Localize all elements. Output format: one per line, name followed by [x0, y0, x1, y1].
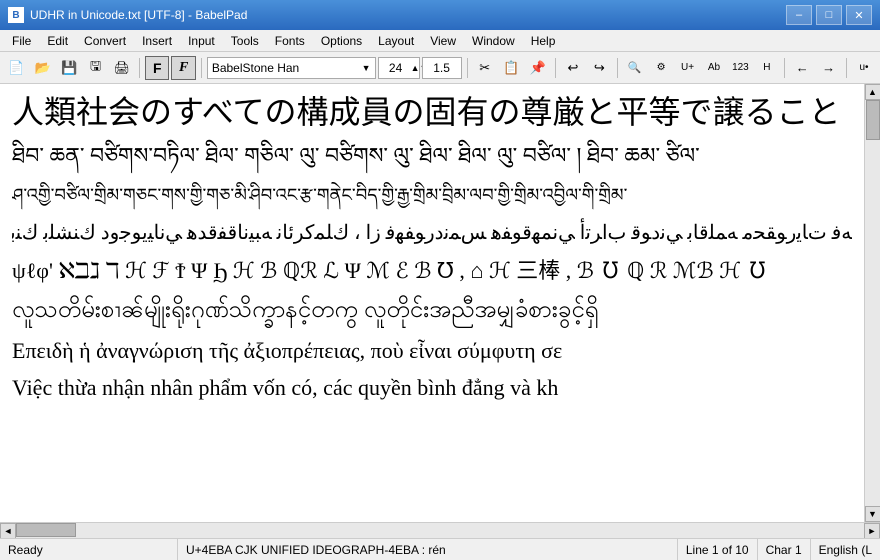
open-button[interactable]: 📂	[30, 56, 54, 80]
bold-button[interactable]: F	[145, 56, 169, 80]
scroll-up-button[interactable]: ▲	[865, 84, 880, 100]
print-button[interactable]: 🖨	[110, 56, 134, 80]
italic-button[interactable]: F	[171, 56, 195, 80]
scroll-thumb[interactable]	[866, 100, 880, 140]
title-bar-buttons: – □ ✕	[786, 5, 872, 25]
list-item: လူသတိမ်းစၢၼ်မျိုးရိုးဂုဏ်သိက္ခာနင့်တကွ လ…	[12, 290, 852, 331]
menu-options[interactable]: Options	[313, 30, 370, 51]
font-size-field[interactable]	[381, 61, 411, 75]
status-bar: Ready U+4EBA CJK UNIFIED IDEOGRAPH-4EBA …	[0, 538, 880, 560]
new-button[interactable]: 📄	[4, 56, 28, 80]
list-item: ψℓφ' ℵℶℷ ℸ ℋ ℱ Ϯ Ψ Ϧ ℋ ℬ ℚℛ ℒ Ψ ℳ ℰ ℬ ℧ …	[12, 253, 852, 288]
status-line: Line 1 of 10	[678, 539, 758, 560]
h-button[interactable]: H	[755, 56, 779, 80]
list-item: 人類社会のすべての構成員の固有の尊厳と平等で譲ること	[12, 92, 852, 134]
list-item: Επειδὴ ἡ ἀναγνώριση τῆς ἀξιοπρέπειας, πο…	[12, 333, 852, 368]
menu-bar: File Edit Convert Insert Input Tools Fon…	[0, 30, 880, 52]
cut-button[interactable]: ✂	[473, 56, 497, 80]
separator-4	[555, 58, 556, 78]
list-item: ﻪﻓ ﺕﺎﻳﺭﻮﻘﺤﻣ ﻪﻤﻠﻗﺎﺑ ﻲﻧﺩﻮﻗ ﺏﺍﺮﺗﺃ ﻲﻧﻤﻬﻗﻮﻔﻫ …	[12, 215, 852, 251]
abc-button[interactable]: 123	[728, 56, 752, 80]
separator-3	[467, 58, 468, 78]
list-item: ཤ་འགྱི་བཙིལ་གྲིམ་གཅང་གས་གྱི་གཅ་མི་ཤིབ་འང…	[12, 177, 852, 213]
menu-view[interactable]: View	[422, 30, 464, 51]
vertical-scrollbar[interactable]: ▲ ▼	[864, 84, 880, 522]
redo-button[interactable]: ↪	[587, 56, 611, 80]
minimize-button[interactable]: –	[786, 5, 812, 25]
separator-1	[139, 58, 140, 78]
paste-button[interactable]: 📌	[525, 56, 549, 80]
line-spacing-input[interactable]	[422, 57, 462, 79]
app-icon: B	[8, 7, 24, 23]
menu-insert[interactable]: Insert	[134, 30, 180, 51]
menu-window[interactable]: Window	[464, 30, 523, 51]
separator-6	[784, 58, 785, 78]
status-ready: Ready	[0, 539, 178, 560]
char-info-button[interactable]: ⚙	[649, 56, 673, 80]
h-scroll-track[interactable]	[16, 523, 864, 538]
font-name-selector[interactable]: BabelStone Han ▼	[207, 57, 376, 79]
scroll-track[interactable]	[865, 100, 880, 506]
toolbar: 📄 📂 💾 🖫 🖨 F F BabelStone Han ▼ ▲▼ ✂ 📋 📌 …	[0, 52, 880, 84]
font-size-input[interactable]: ▲▼	[378, 57, 420, 79]
maximize-button[interactable]: □	[816, 5, 842, 25]
menu-tools[interactable]: Tools	[223, 30, 267, 51]
status-char: Char 1	[758, 539, 811, 560]
list-item: Việc thừa nhận nhân phẩm vốn có, các quy…	[12, 370, 852, 405]
scroll-down-button[interactable]: ▼	[865, 506, 880, 522]
save-button[interactable]: 💾	[57, 56, 81, 80]
find-button[interactable]: 🔍	[623, 56, 647, 80]
list-item: ཐིབ་ ཆན་ བཙིགས་བཏིལ་ ཐིལ་ གཅིལ་ ལུ་ བཙིག…	[12, 136, 852, 176]
status-position: U+4EBA CJK UNIFIED IDEOGRAPH-4EBA : rén	[178, 539, 678, 560]
scroll-left-button[interactable]: ◄	[0, 523, 16, 539]
undo-button[interactable]: ↩	[561, 56, 585, 80]
arrow-right-button[interactable]: →	[816, 56, 840, 80]
unicode-button[interactable]: U+	[675, 56, 699, 80]
menu-layout[interactable]: Layout	[370, 30, 422, 51]
main-content: 人類社会のすべての構成員の固有の尊厳と平等で譲ること ཐིབ་ ཆན་ བཙིག…	[0, 84, 880, 522]
scroll-right-button[interactable]: ►	[864, 523, 880, 539]
menu-file[interactable]: File	[4, 30, 39, 51]
title-bar: B UDHR in Unicode.txt [UTF-8] - BabelPad…	[0, 0, 880, 30]
horizontal-scrollbar[interactable]: ◄ ►	[0, 522, 880, 538]
line-spacing-field[interactable]	[425, 61, 459, 75]
menu-input[interactable]: Input	[180, 30, 223, 51]
menu-edit[interactable]: Edit	[39, 30, 76, 51]
status-language: English (L	[811, 539, 880, 560]
separator-7	[846, 58, 847, 78]
charset-button[interactable]: Ab	[702, 56, 726, 80]
h-scroll-thumb[interactable]	[16, 523, 76, 537]
special-button[interactable]: u•	[852, 56, 876, 80]
text-editor[interactable]: 人類社会のすべての構成員の固有の尊厳と平等で譲ること ཐིབ་ ཆན་ བཙིག…	[0, 84, 864, 522]
menu-help[interactable]: Help	[523, 30, 564, 51]
menu-convert[interactable]: Convert	[76, 30, 134, 51]
copy-button[interactable]: 📋	[499, 56, 523, 80]
menu-fonts[interactable]: Fonts	[267, 30, 313, 51]
arrow-left-button[interactable]: ←	[790, 56, 814, 80]
title-bar-text: UDHR in Unicode.txt [UTF-8] - BabelPad	[30, 8, 786, 22]
separator-5	[617, 58, 618, 78]
separator-2	[201, 58, 202, 78]
close-button[interactable]: ✕	[846, 5, 872, 25]
save-as-button[interactable]: 🖫	[83, 56, 107, 80]
